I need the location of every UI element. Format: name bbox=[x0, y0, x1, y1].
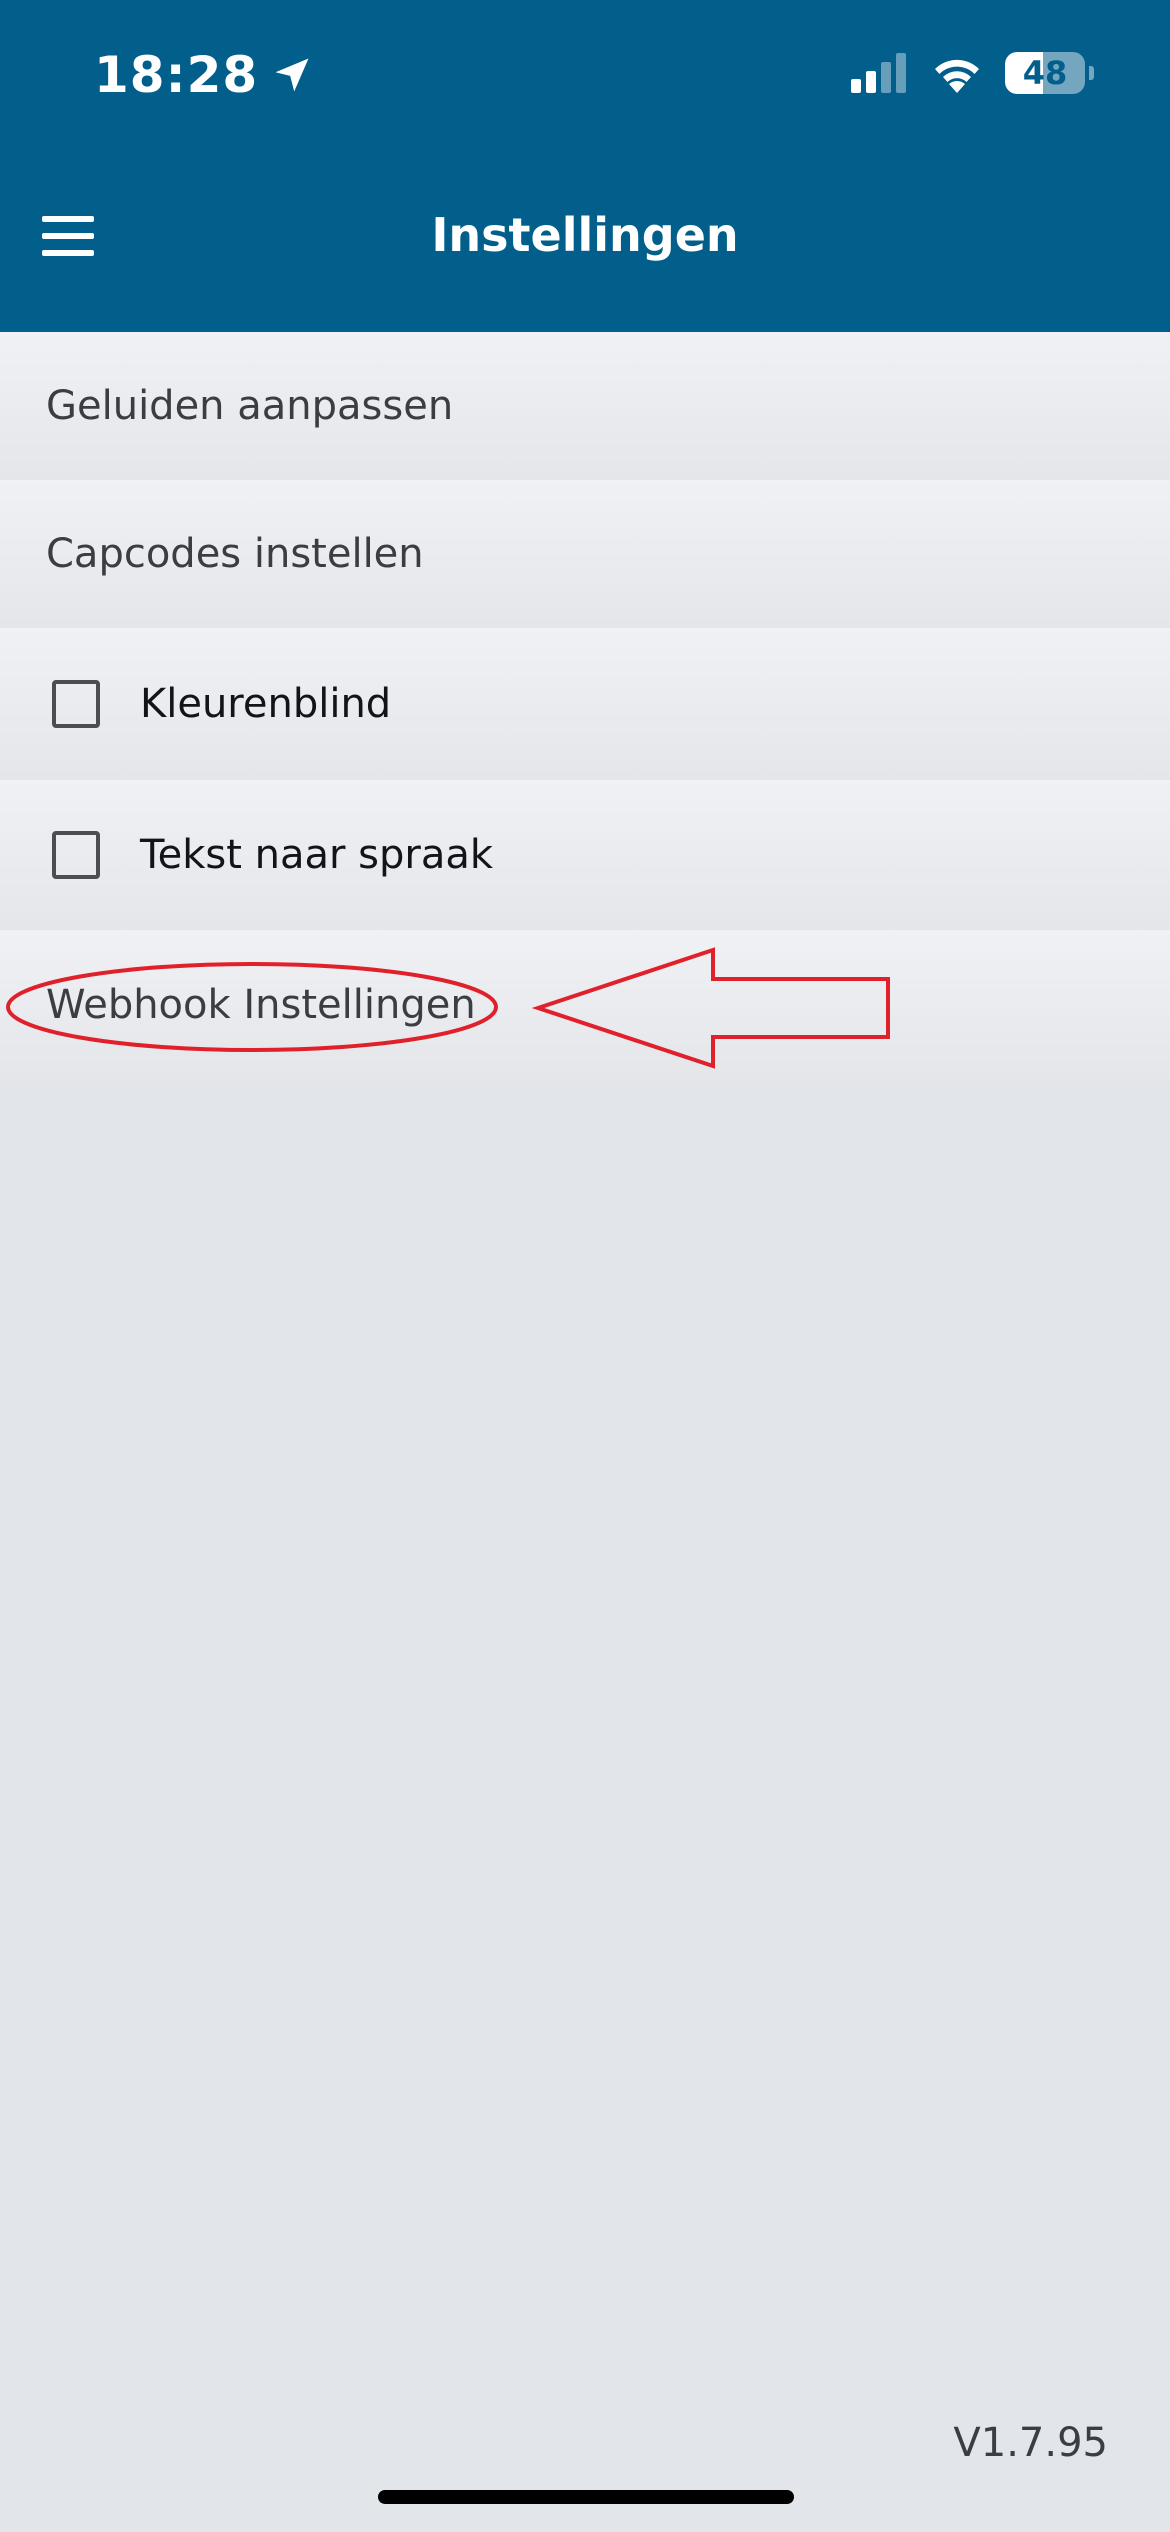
battery-icon: 48 bbox=[1005, 52, 1085, 94]
kleurenblind-checkbox[interactable] bbox=[52, 680, 100, 728]
time-text: 18:28 bbox=[94, 46, 259, 104]
settings-item-label: Geluiden aanpassen bbox=[46, 383, 454, 429]
settings-item-label: Kleurenblind bbox=[140, 681, 392, 727]
settings-item-kleurenblind[interactable]: Kleurenblind bbox=[0, 628, 1170, 780]
settings-item-label: Capcodes instellen bbox=[46, 531, 424, 577]
page-title: Instellingen bbox=[431, 208, 739, 262]
wifi-icon bbox=[935, 59, 979, 93]
location-arrow-icon bbox=[275, 58, 309, 92]
tekst-naar-spraak-checkbox[interactable] bbox=[52, 831, 100, 879]
app-version: V1.7.95 bbox=[953, 2420, 1108, 2466]
settings-item-capcodes[interactable]: Capcodes instellen bbox=[0, 480, 1170, 628]
app-header: 18:28 48 Instellingen bbox=[0, 0, 1170, 332]
settings-item-label: Tekst naar spraak bbox=[140, 832, 494, 878]
cellular-signal-icon bbox=[851, 53, 906, 93]
settings-item-label: Webhook Instellingen bbox=[46, 982, 476, 1028]
battery-nub bbox=[1089, 66, 1094, 80]
battery-percentage: 48 bbox=[1022, 54, 1068, 92]
status-bar-indicators: 48 bbox=[851, 52, 1094, 94]
settings-item-tekst-naar-spraak[interactable]: Tekst naar spraak bbox=[0, 780, 1170, 930]
status-bar-time: 18:28 bbox=[94, 46, 314, 104]
home-indicator[interactable] bbox=[378, 2490, 794, 2504]
settings-item-geluiden[interactable]: Geluiden aanpassen bbox=[0, 332, 1170, 480]
settings-item-webhook[interactable]: Webhook Instellingen bbox=[0, 930, 1170, 1080]
